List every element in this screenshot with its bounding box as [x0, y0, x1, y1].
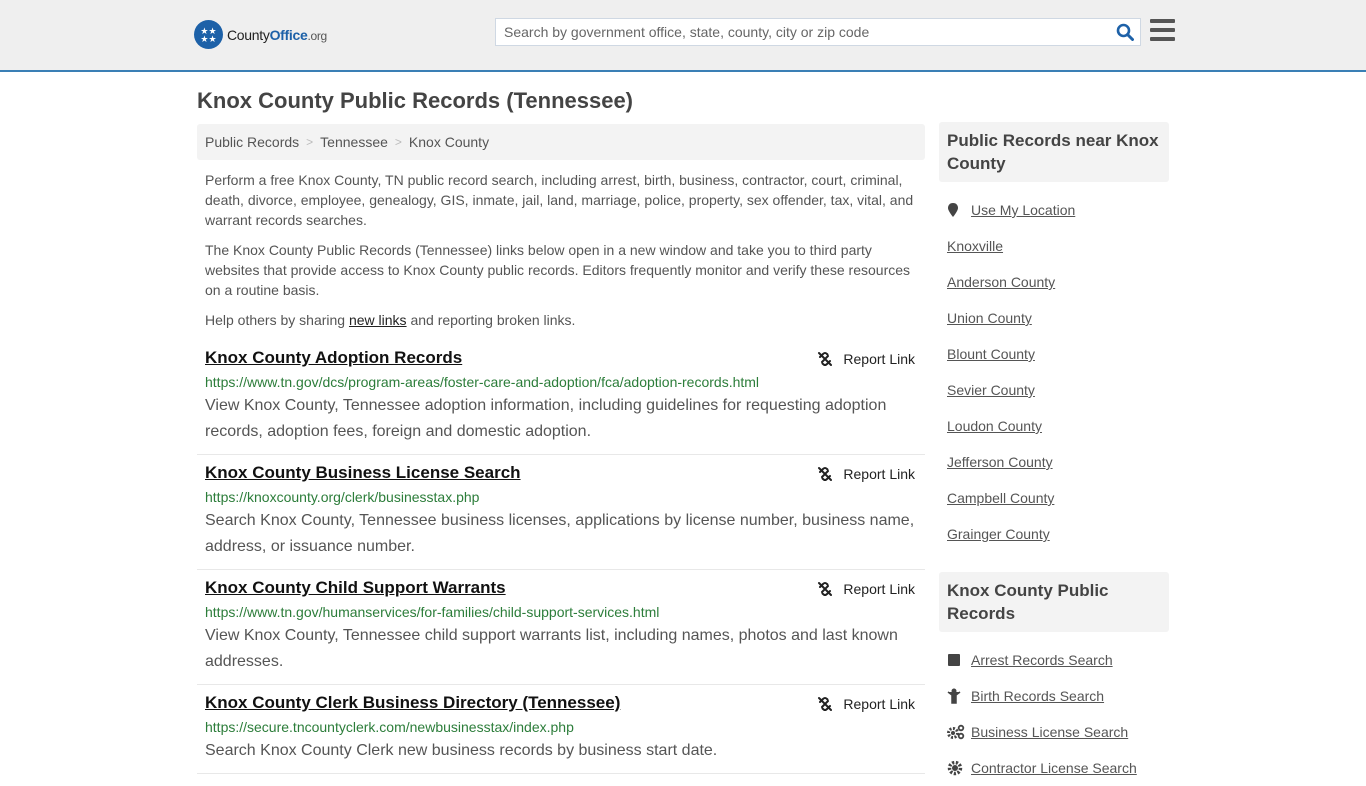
breadcrumb-separator: > — [394, 135, 402, 149]
nearby-link[interactable]: Blount County — [947, 346, 1035, 362]
nearby-list: Use My Location Knoxville Anderson Count… — [939, 182, 1169, 552]
county-record-item: Birth Records Search — [947, 678, 1161, 714]
nearby-link[interactable]: Sevier County — [947, 382, 1035, 398]
report-link-button[interactable]: Report Link — [817, 581, 915, 597]
record-description: Search Knox County Clerk new business re… — [205, 742, 718, 759]
use-my-location-link[interactable]: Use My Location — [971, 202, 1075, 218]
nearby-link[interactable]: Grainger County — [947, 526, 1050, 542]
report-link-button[interactable]: Report Link — [817, 466, 915, 482]
nearby-item: Sevier County — [947, 372, 1161, 408]
nearby-link[interactable]: Loudon County — [947, 418, 1042, 434]
county-record-item: Arrest Records Search — [947, 642, 1161, 678]
nearby-link[interactable]: Campbell County — [947, 490, 1054, 506]
nearby-link[interactable]: Knoxville — [947, 238, 1003, 254]
page-title: Knox County Public Records (Tennessee) — [197, 88, 634, 113]
record-title-link[interactable]: Knox County Clerk Business Directory (Te… — [205, 693, 620, 713]
county-records-panel: Knox County Public Records Arrest Record… — [939, 572, 1169, 786]
nearby-item: Jefferson County — [947, 444, 1161, 480]
map-marker-icon — [947, 202, 971, 218]
breadcrumb-item[interactable]: Public Records — [205, 134, 299, 150]
record-url-link[interactable]: https://www.tn.gov/humanservices/for-fam… — [205, 603, 917, 621]
record-url-link[interactable]: https://secure.tncountyclerk.com/newbusi… — [205, 718, 917, 736]
breadcrumb-item[interactable]: Knox County — [409, 134, 489, 150]
hamburger-menu-button[interactable] — [1150, 19, 1175, 41]
use-location-item: Use My Location — [947, 192, 1161, 228]
child-icon — [947, 688, 971, 704]
records-list: Knox County Adoption Records Report Link… — [197, 340, 925, 774]
intro-text: Perform a free Knox County, TN public re… — [197, 160, 925, 330]
record-description: View Knox County, Tennessee adoption inf… — [205, 397, 887, 440]
search-button[interactable] — [1110, 19, 1140, 45]
search-icon — [1116, 23, 1134, 41]
county-records-list: Arrest Records Search Birth Records Sear… — [939, 632, 1169, 786]
record-item: Knox County Adoption Records Report Link… — [197, 340, 925, 455]
record-title-link[interactable]: Knox County Business License Search — [205, 463, 521, 483]
record-description: Search Knox County, Tennessee business l… — [205, 512, 915, 555]
cogs-icon — [947, 724, 971, 740]
nearby-link[interactable]: Anderson County — [947, 274, 1055, 290]
county-record-item: Business License Search — [947, 714, 1161, 750]
nearby-item: Blount County — [947, 336, 1161, 372]
broken-link-icon — [818, 582, 833, 596]
record-title-link[interactable]: Knox County Adoption Records — [205, 348, 462, 368]
county-record-link[interactable]: Arrest Records Search — [971, 652, 1113, 668]
top-bar: ★★ ★★ CountyOffice.org — [0, 0, 1366, 72]
nearby-records-heading: Public Records near Knox County — [939, 122, 1169, 182]
new-links-link[interactable]: new links — [349, 312, 407, 328]
broken-link-icon — [818, 467, 833, 481]
county-record-item: Contractor License Search — [947, 750, 1161, 786]
main-content: Public Records > Tennessee > Knox County… — [197, 124, 925, 774]
nearby-item: Loudon County — [947, 408, 1161, 444]
county-record-link[interactable]: Contractor License Search — [971, 760, 1137, 776]
breadcrumb: Public Records > Tennessee > Knox County — [197, 124, 925, 160]
record-title-link[interactable]: Knox County Child Support Warrants — [205, 578, 506, 598]
nearby-records-panel: Public Records near Knox County Use My L… — [939, 122, 1169, 552]
record-item: Knox County Business License Search Repo… — [197, 455, 925, 570]
record-description: View Knox County, Tennessee child suppor… — [205, 627, 898, 670]
intro-paragraph: Help others by sharing new links and rep… — [205, 312, 576, 328]
record-url-link[interactable]: https://knoxcounty.org/clerk/businesstax… — [205, 488, 917, 506]
nearby-item: Campbell County — [947, 480, 1161, 516]
nearby-item: Knoxville — [947, 228, 1161, 264]
intro-paragraph: The Knox County Public Records (Tennesse… — [205, 242, 911, 298]
search-bar — [495, 18, 1141, 46]
nearby-item: Union County — [947, 300, 1161, 336]
nearby-item: Anderson County — [947, 264, 1161, 300]
broken-link-icon — [818, 352, 833, 366]
record-item: Knox County Clerk Business Directory (Te… — [197, 685, 925, 774]
record-item: Knox County Child Support Warrants Repor… — [197, 570, 925, 685]
breadcrumb-item[interactable]: Tennessee — [320, 134, 388, 150]
site-logo[interactable]: ★★ ★★ CountyOffice.org — [194, 20, 327, 49]
search-input[interactable] — [496, 19, 1110, 45]
county-records-heading: Knox County Public Records — [939, 572, 1169, 632]
county-record-link[interactable]: Birth Records Search — [971, 688, 1104, 704]
report-link-button[interactable]: Report Link — [817, 351, 915, 367]
nearby-item: Grainger County — [947, 516, 1161, 552]
logo-text: CountyOffice.org — [227, 26, 327, 43]
intro-paragraph: Perform a free Knox County, TN public re… — [205, 172, 914, 228]
report-link-button[interactable]: Report Link — [817, 696, 915, 712]
record-url-link[interactable]: https://www.tn.gov/dcs/program-areas/fos… — [205, 373, 917, 391]
breadcrumb-separator: > — [306, 135, 314, 149]
logo-emblem-icon: ★★ ★★ — [194, 20, 223, 49]
nearby-link[interactable]: Union County — [947, 310, 1032, 326]
county-record-link[interactable]: Business License Search — [971, 724, 1128, 740]
cog-icon — [947, 760, 971, 776]
square-icon — [947, 653, 971, 667]
nearby-link[interactable]: Jefferson County — [947, 454, 1053, 470]
broken-link-icon — [818, 697, 833, 711]
